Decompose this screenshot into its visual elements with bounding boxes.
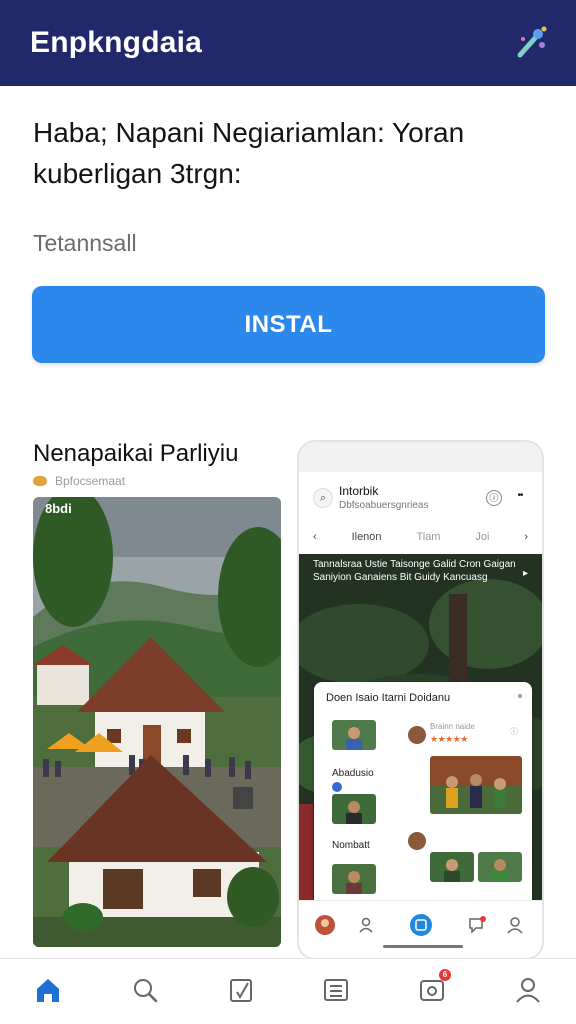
bottom-nav: 6: [0, 958, 576, 1024]
phone-mockup: ⌕ Intorbik Dbfsoabuersgnrieas ⓘ •• ‹ Ile…: [297, 440, 544, 960]
install-button[interactable]: INSTAL: [32, 286, 545, 363]
phone-tab-3[interactable]: Joi: [475, 531, 489, 543]
section-dot-icon: [33, 476, 47, 486]
photo-badge: 8bdi: [45, 501, 72, 516]
card-info-icon[interactable]: ⓘ: [510, 726, 518, 737]
phone-home-indicator: [383, 945, 463, 948]
phone-info-icon[interactable]: ⓘ: [486, 490, 502, 506]
search-icon[interactable]: [128, 973, 162, 1007]
card-group-photo[interactable]: [430, 756, 522, 814]
card-thumb-2[interactable]: [332, 794, 376, 824]
phone-nav-profile-icon[interactable]: [503, 913, 527, 937]
section-title: Nenapaikai Parliyiu: [33, 440, 239, 467]
app-title: Enpkngdaia: [30, 26, 203, 59]
card-thumb-5[interactable]: [478, 852, 522, 882]
phone-nav-people-icon[interactable]: [355, 913, 379, 937]
section-subtitle-text: Bpfocsemaat: [55, 474, 126, 488]
notifications-icon[interactable]: 6: [415, 969, 451, 1007]
card-stars: ★★★★★: [430, 734, 468, 744]
phone-search-icon[interactable]: ⌕: [313, 488, 333, 508]
edit-icon[interactable]: [224, 973, 258, 1007]
card-avatar-2: [408, 832, 426, 850]
phone-caption: Tannalsraa Ustie Taisonge Galid Cron Gai…: [313, 559, 516, 583]
card-thumb-1[interactable]: [332, 720, 376, 750]
phone-tab-1[interactable]: Ilenon: [352, 531, 382, 543]
village-photo[interactable]: 8bdi: [33, 497, 281, 947]
card-row-label-1: Abadusio: [332, 768, 374, 779]
caption-expand-icon[interactable]: ▸: [523, 568, 528, 579]
card-menu-icon[interactable]: [518, 694, 522, 698]
magic-wand-icon[interactable]: [514, 25, 550, 61]
card-title: Doen Isaio Itarni Doidanu: [326, 692, 451, 704]
phone-review-card: Doen Isaio Itarni Doidanu ★★★★★ Brainn n…: [314, 682, 532, 912]
card-row-label-2: Nombatt: [332, 840, 370, 851]
card-thumb-4[interactable]: [430, 852, 474, 882]
phone-subtitle: Dbfsoabuersgnrieas: [339, 500, 429, 511]
phone-nav-notify-icon[interactable]: [465, 913, 489, 937]
home-icon[interactable]: [31, 973, 65, 1007]
phone-more-icon[interactable]: ••: [510, 490, 530, 506]
phone-tab-back-icon[interactable]: ‹: [313, 531, 317, 543]
card-meta: Brainn naide: [430, 722, 475, 731]
phone-tabs: ‹ Ilenon Tiam Joi ›: [299, 522, 542, 552]
app-bar: Enpkngdaia: [0, 0, 576, 86]
card-thumb-3[interactable]: [332, 864, 376, 894]
section-subtitle: Bpfocsemaat: [33, 474, 125, 488]
profile-icon[interactable]: [511, 973, 545, 1007]
page-headline: Haba; Napani Negiariamlan: Yoran kuberli…: [33, 117, 465, 189]
list-icon[interactable]: [319, 973, 353, 1007]
phone-tab-2[interactable]: Tiam: [416, 531, 440, 543]
phone-nav-avatar[interactable]: [313, 913, 337, 937]
card-avatar-1: [408, 726, 426, 744]
phone-title: Intorbik: [339, 484, 379, 498]
phone-nav-chat-icon[interactable]: [409, 913, 433, 937]
phone-tab-next-icon[interactable]: ›: [524, 531, 528, 543]
notification-badge: 6: [439, 969, 451, 981]
page-subtitle: Tetannsall: [33, 230, 137, 256]
card-row-dot: [332, 782, 342, 792]
phone-header: ⌕ Intorbik Dbfsoabuersgnrieas ⓘ •• ‹ Ile…: [299, 472, 542, 564]
phone-bottom-nav: [299, 900, 542, 958]
